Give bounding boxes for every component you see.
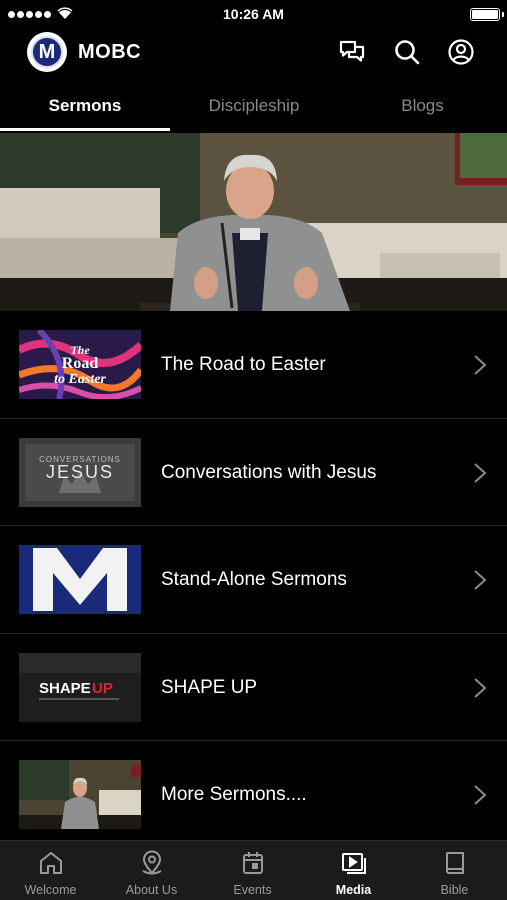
svg-text:JESUS: JESUS <box>46 462 114 482</box>
series-thumbnail <box>19 545 141 615</box>
account-icon[interactable] <box>447 38 475 66</box>
home-icon <box>40 852 62 874</box>
active-tab-indicator <box>0 128 170 131</box>
series-thumbnail: CONVERSATIONS JESUS <box>19 437 141 507</box>
logo-letter: M <box>38 41 56 63</box>
tab-blogs[interactable]: Blogs <box>338 88 507 132</box>
svg-text:Road: Road <box>62 355 99 372</box>
series-title: More Sermons.... <box>161 784 307 806</box>
nav-welcome[interactable]: Welcome <box>0 841 101 900</box>
series-title: The Road to Easter <box>161 354 326 375</box>
search-icon[interactable] <box>393 38 421 66</box>
calendar-icon <box>243 852 263 874</box>
tab-sermons[interactable]: Sermons <box>0 88 170 132</box>
series-thumbnail <box>19 760 141 830</box>
location-pin-icon <box>142 850 162 875</box>
media-play-icon <box>342 853 366 874</box>
tab-discipleship[interactable]: Discipleship <box>170 88 338 132</box>
nav-events[interactable]: Events <box>202 841 303 900</box>
nav-media[interactable]: Media <box>303 841 404 900</box>
series-title: Conversations with Jesus <box>161 461 377 483</box>
chevron-right-icon <box>474 678 487 698</box>
app-logo[interactable]: M <box>27 32 67 72</box>
book-icon <box>446 852 464 874</box>
bottom-navigation: Welcome About Us Events Media Bible <box>0 840 507 900</box>
chevron-right-icon <box>474 462 487 483</box>
hero-image <box>0 133 507 311</box>
series-title: Stand-Alone Sermons <box>161 569 347 591</box>
nav-label: About Us <box>125 883 178 897</box>
nav-label: Media <box>335 883 372 897</box>
battery-icon <box>470 8 504 21</box>
svg-text:SHAPE: SHAPE <box>39 680 91 697</box>
status-time: 10:26 AM <box>223 6 284 22</box>
nav-about-us[interactable]: About Us <box>101 841 202 900</box>
list-item[interactable]: More Sermons.... <box>0 741 507 849</box>
chevron-right-icon <box>474 785 487 806</box>
app-title: MOBC <box>78 41 142 63</box>
svg-text:to Easter: to Easter <box>54 372 106 387</box>
app-header: M MOBC <box>0 28 507 78</box>
sermon-series-list: The Road to Easter The Road to Easter CO… <box>0 311 507 849</box>
nav-bible[interactable]: Bible <box>404 841 505 900</box>
list-item[interactable]: Stand-Alone Sermons <box>0 526 507 634</box>
chat-bubbles-icon[interactable] <box>338 38 366 66</box>
svg-text:UP: UP <box>92 680 113 697</box>
list-item[interactable]: The Road to Easter The Road to Easter <box>0 311 507 419</box>
series-title: SHAPE UP <box>161 676 258 698</box>
series-thumbnail: SHAPE UP <box>19 652 141 722</box>
nav-label: Bible <box>440 883 469 897</box>
top-tabs: Sermons Discipleship Blogs <box>0 88 507 132</box>
chevron-right-icon <box>474 570 487 590</box>
list-item[interactable]: CONVERSATIONS JESUS Conversations with J… <box>0 419 507 527</box>
nav-label: Events <box>233 883 272 897</box>
list-item[interactable]: SHAPE UP SHAPE UP <box>0 634 507 742</box>
nav-label: Welcome <box>24 883 77 897</box>
chevron-right-icon <box>474 355 487 375</box>
status-bar: 10:26 AM <box>0 0 507 28</box>
series-thumbnail: The Road to Easter <box>19 330 141 399</box>
